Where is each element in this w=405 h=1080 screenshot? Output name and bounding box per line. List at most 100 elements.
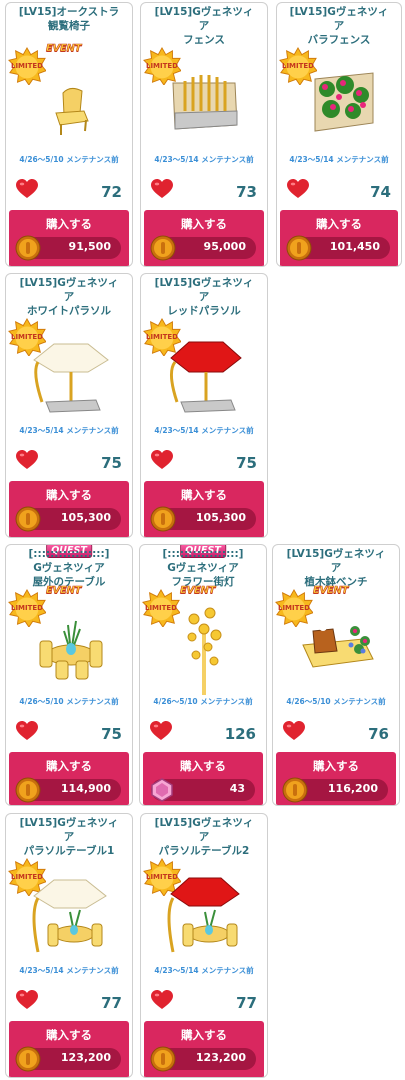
heart-icon[interactable]: [150, 721, 172, 741]
sale-period: 4/23～5/14 メンテナンス前: [154, 155, 254, 164]
buy-button[interactable]: 購入する 95,000: [144, 210, 264, 266]
fence-icon: [172, 75, 238, 130]
buy-label: 購入する: [313, 759, 359, 773]
heart-icon[interactable]: [151, 990, 173, 1010]
buy-button[interactable]: 購入する 91,500: [9, 210, 129, 266]
sale-period: 4/26～5/10 メンテナンス前: [286, 697, 386, 706]
rose-fence-icon: [314, 72, 374, 132]
buy-button[interactable]: 購入する 105,300: [144, 481, 264, 537]
buy-label: 購入する: [46, 217, 92, 231]
shop-item-card[interactable]: QUEST [:::::::::::::::::] Gヴェネツィア フラワー街灯 …: [139, 544, 267, 806]
item-title: [LV15]Gヴェネツィア バラフェンス: [289, 6, 389, 46]
like-count: 77: [236, 994, 257, 1012]
gold-coin-icon: [282, 777, 308, 803]
item-title: [LV15]オークストラ 観覧椅子: [18, 6, 120, 32]
price: 105,300: [195, 511, 246, 524]
gold-coin-icon: [15, 235, 41, 261]
buy-label: 購入する: [316, 217, 362, 231]
heart-icon[interactable]: [16, 721, 38, 741]
sale-period: 4/23～5/14 メンテナンス前: [289, 155, 389, 164]
like-count: 75: [101, 454, 122, 472]
price-bar: 95,000: [152, 237, 256, 259]
item-title: [LV15]Gヴェネツィア パラソルテーブル1: [19, 817, 119, 857]
gold-coin-icon: [150, 1046, 176, 1072]
heart-icon[interactable]: [287, 179, 309, 199]
heart-icon[interactable]: [16, 450, 38, 470]
like-count: 75: [101, 725, 122, 743]
buy-label: 購入する: [46, 488, 92, 502]
event-badge: EVENT: [46, 43, 82, 55]
gold-coin-icon: [150, 506, 176, 532]
item-title: [LV15]Gヴェネツィア レッドパラソル: [154, 277, 254, 317]
shop-item-card[interactable]: [LV15]Gヴェネツィア パラソルテーブル2 LIMITED 4/23～5/1…: [140, 813, 268, 1078]
price-bar: 105,300: [152, 508, 256, 530]
sale-period: 4/26～5/10 メンテナンス前: [19, 155, 119, 164]
item-title: [LV15]Gヴェネツィア ホワイトパラソル: [19, 277, 119, 317]
shop-item-card[interactable]: [LV15]Gヴェネツィア レッドパラソル LIMITED 4/23～5/14 …: [140, 273, 268, 538]
buy-button[interactable]: 購入する 43: [143, 752, 263, 805]
buy-label: 購入する: [181, 217, 227, 231]
shop-item-card[interactable]: QUEST [:::::::::::::::::] Gヴェネツィア 屋外のテーブル…: [5, 544, 133, 806]
shop-item-card[interactable]: [LV15]Gヴェネツィア パラソルテーブル1 LIMITED 4/23～5/1…: [5, 813, 133, 1078]
item-title: [LV15]Gヴェネツィア 植木鉢ベンチ: [286, 548, 386, 588]
buy-button[interactable]: 購入する 114,900: [9, 752, 129, 805]
heart-icon[interactable]: [16, 990, 38, 1010]
sale-period: 4/26～5/10 メンテナンス前: [153, 697, 253, 706]
gold-coin-icon: [15, 777, 41, 803]
shop-item-card[interactable]: [LV15]Gヴェネツィア ホワイトパラソル LIMITED 4/23～5/14…: [5, 273, 133, 538]
price: 114,900: [60, 782, 111, 795]
price-bar: 91,500: [17, 237, 121, 259]
price-bar: 114,900: [17, 779, 121, 801]
price: 105,300: [60, 511, 111, 524]
price-bar: 116,200: [284, 779, 388, 801]
like-count: 72: [101, 183, 122, 201]
price: 123,200: [195, 1051, 246, 1064]
shop-item-card[interactable]: [LV15]オークストラ 観覧椅子 LIMITED EVENT 4/26～5/10…: [5, 2, 133, 267]
price: 91,500: [68, 240, 111, 253]
buy-button[interactable]: 購入する 123,200: [144, 1021, 264, 1077]
price-bar: 123,200: [17, 1048, 121, 1070]
buy-label: 購入する: [181, 1028, 227, 1042]
heart-icon[interactable]: [151, 179, 173, 199]
shop-item-card[interactable]: [LV15]Gヴェネツィア バラフェンス LIMITED 4/23～5/14 メ…: [276, 2, 402, 267]
price: 101,450: [329, 240, 380, 253]
sale-period: 4/23～5/14 メンテナンス前: [19, 426, 119, 435]
heart-icon[interactable]: [151, 450, 173, 470]
like-count: 75: [236, 454, 257, 472]
gold-coin-icon: [150, 235, 176, 261]
heart-icon[interactable]: [16, 179, 38, 199]
buy-button[interactable]: 購入する 116,200: [276, 752, 396, 805]
shop-item-card[interactable]: [LV15]Gヴェネツィア 植木鉢ベンチ LIMITED EVENT 4/26～…: [272, 544, 400, 806]
parasol-table-white-icon: [32, 879, 107, 953]
flower-streetlamp-icon: [187, 607, 222, 695]
sale-period: 4/23～5/14 メンテナンス前: [154, 426, 254, 435]
shop-item-card[interactable]: [LV15]Gヴェネツィア フェンス LIMITED 4/23～5/14 メンテ…: [140, 2, 268, 267]
buy-button[interactable]: 購入する 105,300: [9, 481, 129, 537]
item-title: [:::::::::::::::::] Gヴェネツィア 屋外のテーブル: [28, 548, 110, 588]
heart-icon[interactable]: [283, 721, 305, 741]
price: 116,200: [327, 782, 378, 795]
pink-gem-icon: [149, 777, 175, 803]
like-count: 74: [370, 183, 391, 201]
buy-button[interactable]: 購入する 123,200: [9, 1021, 129, 1077]
buy-label: 購入する: [46, 759, 92, 773]
price-bar: 123,200: [152, 1048, 256, 1070]
like-count: 73: [236, 183, 257, 201]
price-bar: 43: [151, 779, 255, 801]
sale-period: 4/26～5/10 メンテナンス前: [19, 697, 119, 706]
like-count: 126: [224, 725, 256, 743]
item-title: [LV15]Gヴェネツィア フェンス: [154, 6, 254, 46]
buy-button[interactable]: 購入する 101,450: [280, 210, 398, 266]
white-parasol-icon: [33, 343, 109, 413]
gold-coin-icon: [15, 1046, 41, 1072]
price-bar: 101,450: [288, 237, 390, 259]
price: 123,200: [60, 1051, 111, 1064]
planter-bench-icon: [302, 615, 374, 668]
price: 95,000: [203, 240, 246, 253]
chair-icon: [55, 87, 89, 135]
price-bar: 105,300: [17, 508, 121, 530]
item-title: [:::::::::::::::::] Gヴェネツィア フラワー街灯: [162, 548, 244, 588]
event-badge: EVENT: [46, 585, 82, 597]
buy-label: 購入する: [181, 488, 227, 502]
event-badge: EVENT: [180, 585, 216, 597]
